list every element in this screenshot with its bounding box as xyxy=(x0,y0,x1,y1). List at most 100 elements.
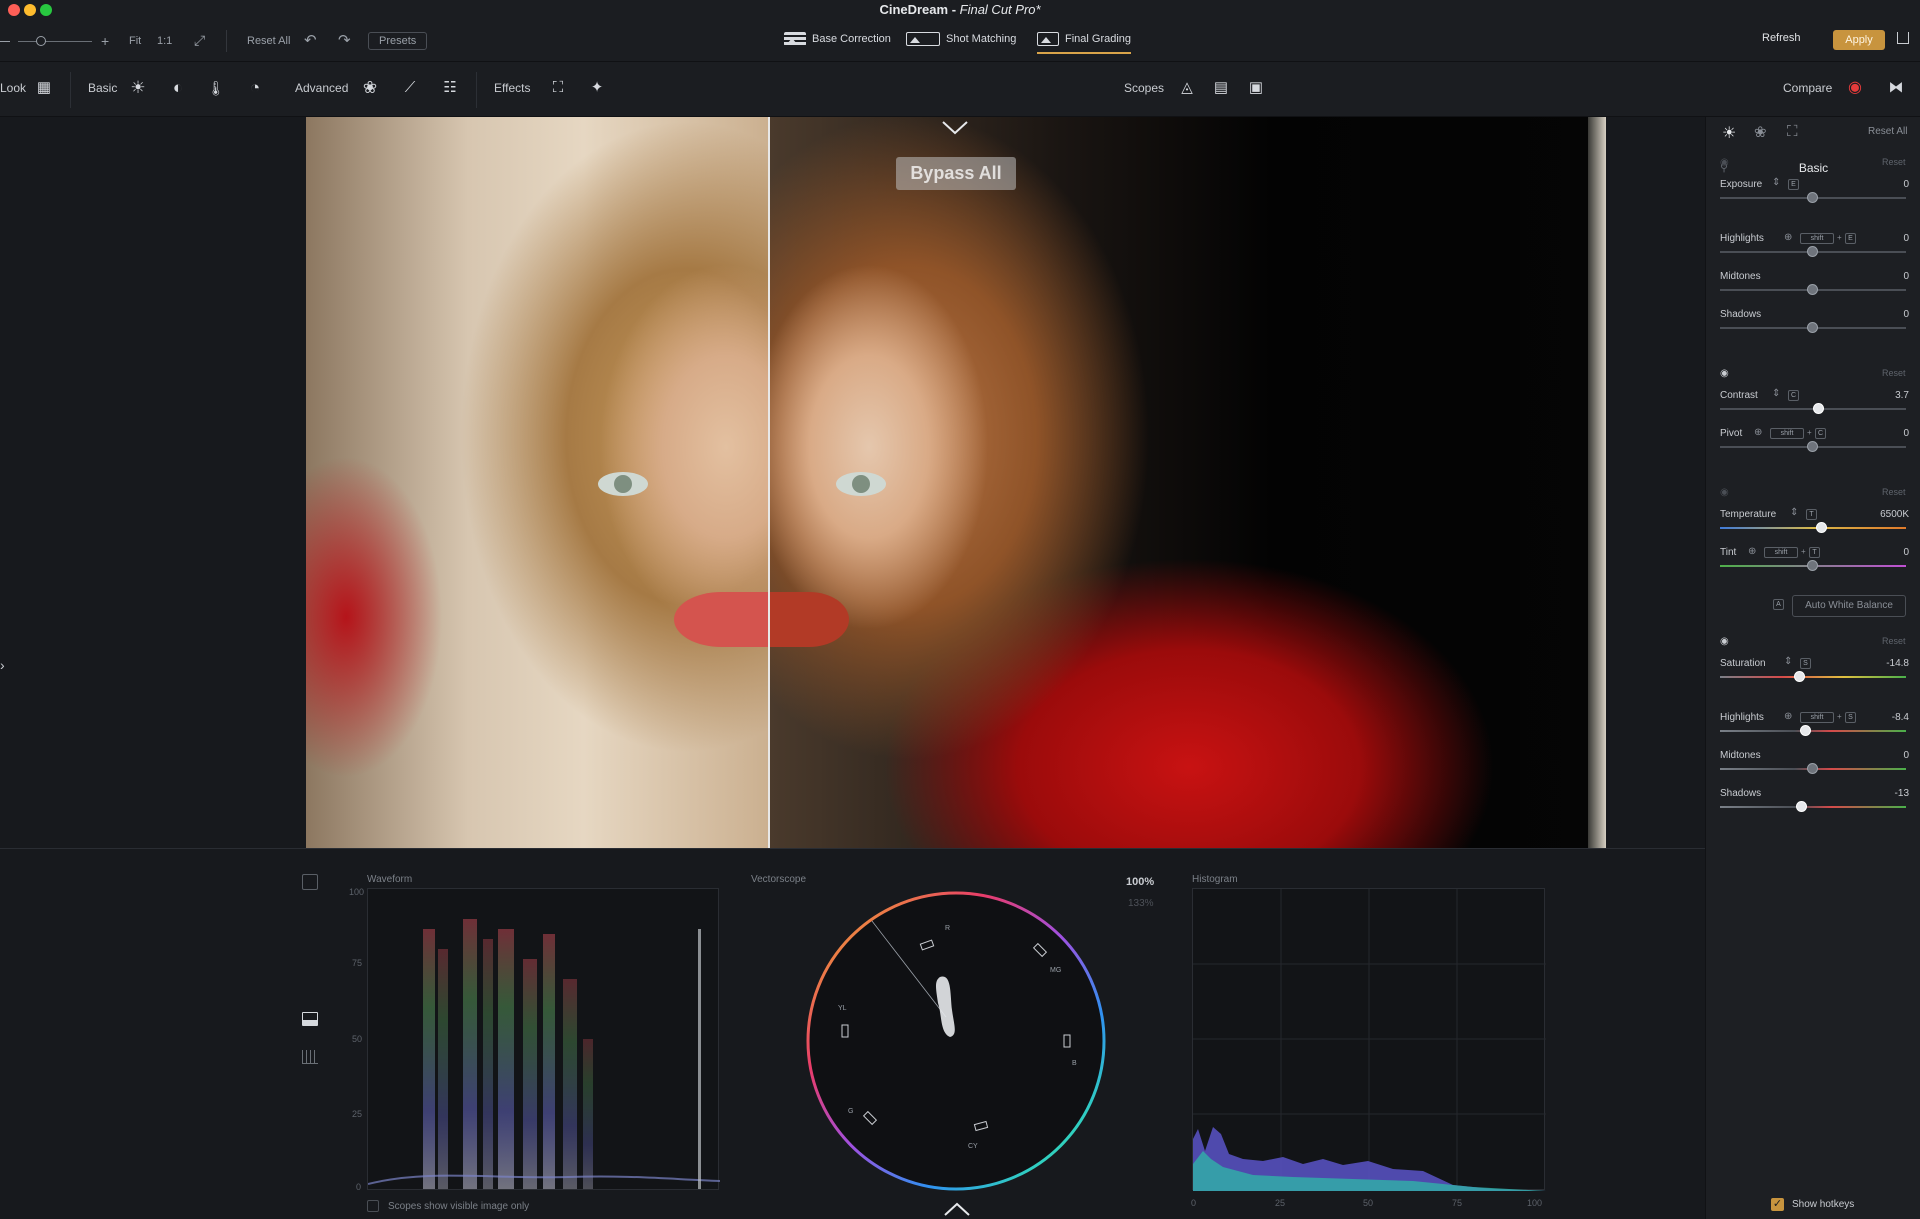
pivot-target-icon[interactable]: ⊕ xyxy=(1754,427,1762,438)
waveform-scope-icon[interactable]: ◬ xyxy=(1177,78,1197,98)
zoom-133-button[interactable]: 133% xyxy=(1128,898,1154,909)
highlights-slider-knob[interactable] xyxy=(1800,725,1811,736)
highlights-slider-track[interactable] xyxy=(1720,730,1906,732)
zoom-slider[interactable] xyxy=(18,41,92,42)
shadows-value[interactable]: 0 xyxy=(1849,309,1909,320)
sun-icon[interactable]: ☀ xyxy=(128,78,148,98)
group-reset-button[interactable]: Reset xyxy=(1882,157,1906,167)
split-divider-handle[interactable] xyxy=(768,117,770,848)
tint-slider-knob[interactable] xyxy=(1807,560,1818,571)
presets-button[interactable]: Presets xyxy=(368,32,428,50)
compare-button[interactable]: Compare xyxy=(1783,81,1832,95)
highlights-target-icon[interactable]: ⊕ xyxy=(1784,711,1792,722)
advanced-button[interactable]: Advanced xyxy=(295,81,348,95)
tint-value[interactable]: 0 xyxy=(1849,547,1909,558)
exposure-value[interactable]: 0 xyxy=(1849,179,1909,190)
thermometer-icon[interactable]: 🌡 xyxy=(206,78,226,98)
collapse-chevron-icon[interactable] xyxy=(940,118,970,138)
zoom-slider-knob[interactable] xyxy=(36,36,46,46)
gauge-icon[interactable]: ◔ xyxy=(245,78,265,98)
waveform-mode-icon[interactable] xyxy=(302,1012,318,1026)
temperature-slider-knob[interactable] xyxy=(1816,522,1827,533)
redo-icon[interactable]: ↷ xyxy=(338,31,351,49)
auto-white-balance-button[interactable]: Auto White Balance xyxy=(1792,595,1906,617)
curves-icon[interactable]: ⟋ xyxy=(400,78,420,98)
midtones-slider-knob[interactable] xyxy=(1807,763,1818,774)
zoom-out-icon[interactable] xyxy=(0,41,10,42)
bypass-all-button[interactable]: Bypass All xyxy=(896,157,1016,190)
temperature-value[interactable]: 6500K xyxy=(1849,509,1909,520)
magic-wand-icon[interactable]: ✦ xyxy=(587,78,607,98)
film-icon[interactable]: ▦ xyxy=(34,78,54,98)
color-wheels-icon[interactable]: ❀ xyxy=(360,78,380,98)
split-view-icon[interactable]: ⧓ xyxy=(1886,78,1906,98)
undo-icon[interactable]: ↶ xyxy=(304,31,317,49)
highlights-target-icon[interactable]: ⊕ xyxy=(1784,232,1792,243)
fit-button[interactable]: Fit xyxy=(129,35,141,47)
saturation-slider-knob[interactable] xyxy=(1794,671,1805,682)
image-preview[interactable] xyxy=(306,117,1606,848)
visible-only-checkbox[interactable] xyxy=(367,1200,379,1212)
contrast-value[interactable]: 3.7 xyxy=(1849,390,1909,401)
tab-base-correction[interactable]: Base Correction xyxy=(784,32,891,46)
midtones-slider-knob[interactable] xyxy=(1807,284,1818,295)
highlights-value[interactable]: 0 xyxy=(1849,233,1909,244)
fullscreen-icon[interactable]: ⤢ xyxy=(194,32,205,49)
zoom-100-button[interactable]: 100% xyxy=(1126,876,1154,888)
left-panel-toggle-icon[interactable]: › xyxy=(0,658,8,672)
sliders-icon[interactable]: ☷ xyxy=(440,78,460,98)
layout-icon[interactable]: ▤ xyxy=(1211,78,1231,98)
compare-eye-icon[interactable]: ◉ xyxy=(1845,78,1865,98)
tab-shot-matching[interactable]: Shot Matching xyxy=(906,32,1016,46)
midtones-value[interactable]: 0 xyxy=(1849,271,1909,282)
temperature-stepper-icon[interactable]: ⇕ xyxy=(1790,507,1798,518)
saturation-slider-track[interactable] xyxy=(1720,676,1906,678)
exposure-slider-knob[interactable] xyxy=(1807,192,1818,203)
tab-final-grading[interactable]: Final Grading xyxy=(1037,32,1132,54)
focus-frame-icon[interactable]: ⛶ xyxy=(1787,123,1798,140)
group-visibility-icon[interactable]: ◉ xyxy=(1720,157,1729,168)
zoom-in-icon[interactable]: + xyxy=(101,33,109,49)
basic-button[interactable]: Basic xyxy=(88,81,117,95)
expand-scopes-chevron-icon[interactable] xyxy=(942,1200,972,1218)
shadows-slider-knob[interactable] xyxy=(1796,801,1807,812)
scopes-button[interactable]: Scopes xyxy=(1124,81,1164,95)
tint-target-icon[interactable]: ⊕ xyxy=(1748,546,1756,557)
sun-icon[interactable]: ☀ xyxy=(1722,123,1736,143)
show-hotkeys-checkbox[interactable]: ✓ xyxy=(1771,1198,1784,1211)
one-to-one-button[interactable]: 1:1 xyxy=(157,35,172,47)
shadows-value[interactable]: -13 xyxy=(1849,788,1909,799)
group-reset-button[interactable]: Reset xyxy=(1882,487,1906,497)
saturation-stepper-icon[interactable]: ⇕ xyxy=(1784,656,1792,667)
group-visibility-icon[interactable]: ◉ xyxy=(1720,487,1729,498)
group-visibility-icon[interactable]: ◉ xyxy=(1720,636,1729,647)
face-icon[interactable]: ▣ xyxy=(1246,78,1266,98)
share-icon[interactable] xyxy=(1897,32,1909,44)
focus-frame-icon[interactable]: ⛶ xyxy=(548,78,568,98)
shadows-slider-track[interactable] xyxy=(1720,806,1906,808)
refresh-button[interactable]: Refresh xyxy=(1762,32,1801,44)
look-button[interactable]: Look xyxy=(0,81,26,95)
histogram-mode-icon[interactable] xyxy=(302,1050,318,1064)
contrast-slider-knob[interactable] xyxy=(1813,403,1824,414)
pivot-value[interactable]: 0 xyxy=(1849,428,1909,439)
highlights-slider-knob[interactable] xyxy=(1807,246,1818,257)
color-wheels-icon[interactable]: ❀ xyxy=(1754,123,1767,141)
pivot-slider-knob[interactable] xyxy=(1807,441,1818,452)
contrast-icon[interactable]: ◐ xyxy=(168,78,188,98)
effects-button[interactable]: Effects xyxy=(494,81,530,95)
midtones-value[interactable]: 0 xyxy=(1849,750,1909,761)
temperature-slider-track[interactable] xyxy=(1720,527,1906,529)
panel-reset-all-button[interactable]: Reset All xyxy=(1868,126,1907,137)
scope-settings-icon[interactable] xyxy=(302,874,318,890)
saturation-value[interactable]: -14.8 xyxy=(1849,658,1909,669)
group-reset-button[interactable]: Reset xyxy=(1882,368,1906,378)
group-reset-button[interactable]: Reset xyxy=(1882,636,1906,646)
group-visibility-icon[interactable]: ◉ xyxy=(1720,368,1729,379)
contrast-stepper-icon[interactable]: ⇕ xyxy=(1772,388,1780,399)
highlights-value[interactable]: -8.4 xyxy=(1849,712,1909,723)
reset-all-button[interactable]: Reset All xyxy=(247,35,290,47)
exposure-stepper-icon[interactable]: ⇕ xyxy=(1772,177,1780,188)
shadows-slider-knob[interactable] xyxy=(1807,322,1818,333)
apply-button[interactable]: Apply xyxy=(1833,30,1885,50)
